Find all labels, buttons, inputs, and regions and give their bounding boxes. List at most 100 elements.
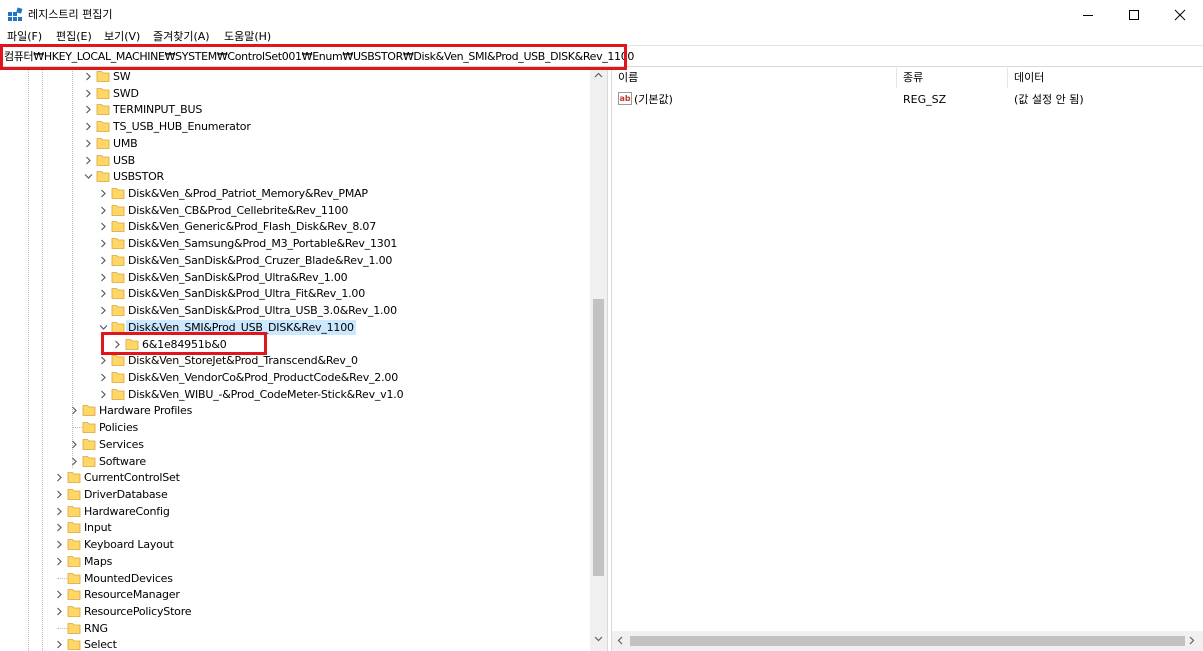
tree-branch-line	[57, 577, 67, 579]
chevron-right-icon[interactable]	[99, 289, 108, 298]
tree-item[interactable]: RNG	[0, 620, 590, 637]
minimize-button[interactable]	[1065, 0, 1111, 29]
tree-item[interactable]: ResourcePolicyStore	[0, 603, 590, 620]
column-header-type[interactable]: 종류	[897, 68, 1008, 88]
chevron-right-icon[interactable]	[84, 122, 93, 131]
folder-icon	[67, 589, 81, 601]
tree-item[interactable]: USB	[0, 152, 590, 169]
chevron-right-icon[interactable]	[55, 507, 64, 516]
chevron-right-icon[interactable]	[70, 457, 79, 466]
chevron-right-icon[interactable]	[99, 256, 108, 265]
chevron-right-icon[interactable]	[99, 356, 108, 365]
tree-item-label: Disk&Ven_VendorCo&Prod_ProductCode&Rev_2…	[128, 370, 399, 384]
tree-item[interactable]: ResourceManager	[0, 586, 590, 603]
tree-item[interactable]: 6&1e84951b&0	[0, 336, 590, 353]
tree-item[interactable]: Software	[0, 453, 590, 470]
chevron-right-icon[interactable]	[70, 440, 79, 449]
chevron-right-icon[interactable]	[99, 306, 108, 315]
tree-item[interactable]: Disk&Ven_SanDisk&Prod_Ultra_Fit&Rev_1.00	[0, 285, 590, 302]
folder-icon	[111, 255, 125, 266]
values-scroll-thumb[interactable]	[630, 636, 1185, 646]
tree-item[interactable]: Select	[0, 636, 590, 651]
tree-item[interactable]: Disk&Ven_WIBU_-&Prod_CodeMeter-Stick&Rev…	[0, 386, 590, 403]
tree-item[interactable]: Disk&Ven_&Prod_Patriot_Memory&Rev_PMAP	[0, 185, 590, 202]
chevron-right-icon[interactable]	[55, 607, 64, 616]
tree-item[interactable]: Disk&Ven_SanDisk&Prod_Ultra&Rev_1.00	[0, 269, 590, 286]
chevron-right-icon[interactable]	[84, 72, 93, 81]
tree-item[interactable]: USBSTOR	[0, 168, 590, 185]
scroll-right-icon[interactable]	[1189, 636, 1195, 645]
chevron-right-icon[interactable]	[55, 590, 64, 599]
tree-item[interactable]: Policies	[0, 419, 590, 436]
chevron-down-icon[interactable]	[84, 172, 93, 181]
menu-view[interactable]: 보기(V)	[104, 29, 140, 45]
address-path[interactable]: 컴퓨터₩HKEY_LOCAL_MACHINE₩SYSTEM₩ControlSet…	[4, 50, 634, 64]
tree-item[interactable]: Disk&Ven_SMI&Prod_USB_DISK&Rev_1100	[0, 319, 590, 336]
chevron-right-icon[interactable]	[84, 156, 93, 165]
chevron-down-icon[interactable]	[99, 323, 108, 332]
value-row[interactable]: ab (기본값) REG_SZ (값 설정 안 됨)	[612, 90, 1203, 108]
address-bar[interactable]: 컴퓨터₩HKEY_LOCAL_MACHINE₩SYSTEM₩ControlSet…	[0, 45, 1203, 67]
chevron-right-icon[interactable]	[99, 239, 108, 248]
column-header-data[interactable]: 데이터	[1008, 68, 1203, 88]
column-header-name[interactable]: 이름	[612, 68, 897, 88]
chevron-right-icon[interactable]	[55, 490, 64, 499]
tree-item[interactable]: HardwareConfig	[0, 503, 590, 520]
chevron-right-icon[interactable]	[99, 373, 108, 382]
tree-item[interactable]: Disk&Ven_SanDisk&Prod_Ultra_USB_3.0&Rev_…	[0, 302, 590, 319]
chevron-right-icon[interactable]	[99, 273, 108, 282]
tree-item[interactable]: SWD	[0, 85, 590, 102]
values-list[interactable]: 이름 종류 데이터 ab (기본값) REG_SZ (값 설정 안 됨)	[612, 68, 1203, 651]
chevron-right-icon[interactable]	[84, 139, 93, 148]
chevron-right-icon[interactable]	[55, 640, 64, 649]
menu-file[interactable]: 파일(F)	[7, 29, 42, 45]
tree-item[interactable]: Maps	[0, 553, 590, 570]
tree-item-label: Disk&Ven_StoreJet&Prod_Transcend&Rev_0	[128, 354, 358, 368]
chevron-right-icon[interactable]	[99, 189, 108, 198]
tree-item[interactable]: Disk&Ven_CB&Prod_Cellebrite&Rev_1100	[0, 202, 590, 219]
scroll-up-icon[interactable]	[594, 72, 603, 78]
tree-item-label: Disk&Ven_CB&Prod_Cellebrite&Rev_1100	[128, 203, 349, 217]
close-button[interactable]	[1157, 0, 1203, 29]
menu-help[interactable]: 도움말(H)	[224, 29, 271, 45]
chevron-right-icon[interactable]	[55, 557, 64, 566]
key-tree[interactable]: SW SWD TERMINPUT_BUS TS_USB_HUB_Enumerator U…	[0, 68, 608, 651]
tree-item[interactable]: TERMINPUT_BUS	[0, 101, 590, 118]
tree-item[interactable]: SW	[0, 68, 590, 85]
tree-item[interactable]: Services	[0, 436, 590, 453]
tree-item[interactable]: Keyboard Layout	[0, 536, 590, 553]
maximize-button[interactable]	[1111, 0, 1157, 29]
scroll-down-icon[interactable]	[594, 636, 603, 642]
menu-edit[interactable]: 편집(E)	[56, 29, 92, 45]
values-horizontal-scrollbar[interactable]	[612, 631, 1203, 651]
tree-item[interactable]: Disk&Ven_StoreJet&Prod_Transcend&Rev_0	[0, 352, 590, 369]
tree-item[interactable]: Disk&Ven_Generic&Prod_Flash_Disk&Rev_8.0…	[0, 218, 590, 235]
tree-item[interactable]: Disk&Ven_VendorCo&Prod_ProductCode&Rev_2…	[0, 369, 590, 386]
chevron-right-icon[interactable]	[70, 406, 79, 415]
tree-item[interactable]: CurrentControlSet	[0, 469, 590, 486]
tree-item[interactable]: Hardware Profiles	[0, 402, 590, 419]
chevron-right-icon[interactable]	[99, 206, 108, 215]
tree-item[interactable]: TS_USB_HUB_Enumerator	[0, 118, 590, 135]
menu-favorites[interactable]: 즐겨찾기(A)	[153, 29, 210, 45]
chevron-right-icon[interactable]	[113, 340, 122, 349]
tree-item-label: Keyboard Layout	[84, 538, 174, 552]
chevron-right-icon[interactable]	[99, 222, 108, 231]
tree-item[interactable]: Disk&Ven_Samsung&Prod_M3_Portable&Rev_13…	[0, 235, 590, 252]
chevron-right-icon[interactable]	[55, 473, 64, 482]
tree-item[interactable]: UMB	[0, 135, 590, 152]
chevron-right-icon[interactable]	[84, 105, 93, 114]
tree-vertical-scrollbar[interactable]	[590, 68, 607, 651]
tree-item[interactable]: MountedDevices	[0, 570, 590, 587]
tree-item[interactable]: DriverDatabase	[0, 486, 590, 503]
tree-scroll-thumb[interactable]	[593, 299, 604, 576]
chevron-right-icon[interactable]	[55, 540, 64, 549]
folder-icon	[111, 204, 125, 216]
tree-item[interactable]: Input	[0, 519, 590, 536]
tree-item-label: Input	[84, 521, 112, 535]
scroll-left-icon[interactable]	[617, 636, 623, 645]
chevron-right-icon[interactable]	[99, 390, 108, 399]
chevron-right-icon[interactable]	[84, 89, 93, 98]
tree-item[interactable]: Disk&Ven_SanDisk&Prod_Cruzer_Blade&Rev_1…	[0, 252, 590, 269]
chevron-right-icon[interactable]	[55, 523, 64, 532]
